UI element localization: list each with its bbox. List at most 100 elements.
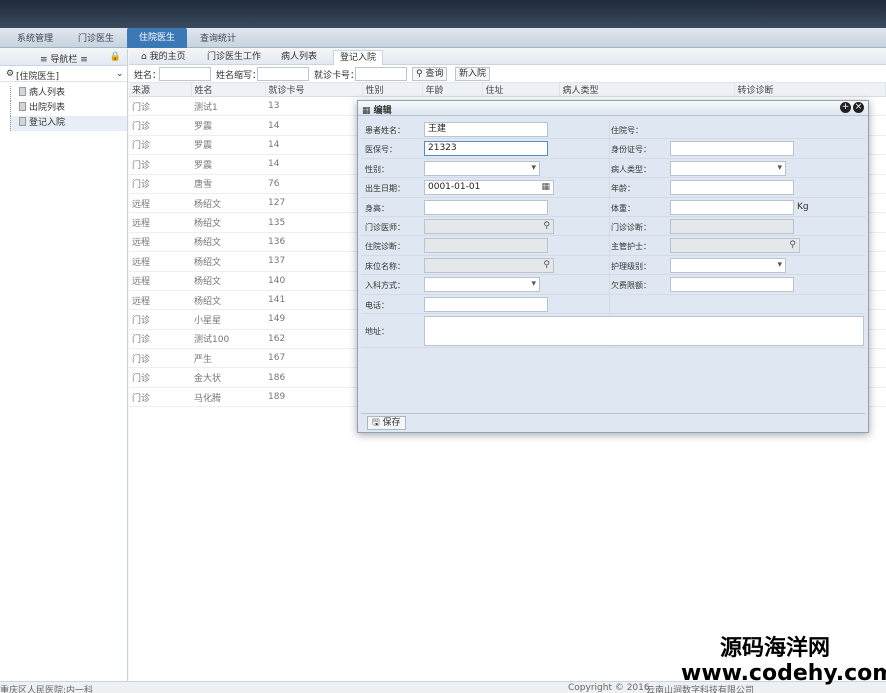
footer-department: 重庆区人民医院:内一科 [0,686,94,693]
form-row: 电话： [361,295,865,314]
hospital-no-label: 住院号： [611,126,643,135]
nurse-label: 主管护士： [611,242,651,252]
sidebar-item-admission[interactable]: 登记入院 [10,116,127,131]
clinic-diag-input [670,218,794,234]
height-input[interactable] [424,199,548,215]
name-input[interactable] [159,67,211,81]
col-address[interactable]: 住址 [482,83,560,97]
id-card-label: 身份证号： [611,145,651,155]
document-icon [19,87,26,96]
caret-down-icon: ▾ [777,259,782,270]
form-row: 患者姓名： 王建 住院号： [361,120,865,140]
nav-clinic-doctor[interactable]: 门诊医生 [68,31,124,48]
weight-input[interactable] [670,199,794,215]
sidebar-item-discharge-list[interactable]: 出院列表 [10,101,127,116]
tab-home[interactable]: ⌂ 我的主页 [135,50,192,65]
col-gender[interactable]: 性别 [362,83,423,97]
bed-name-input[interactable]: ⚲ [424,257,554,273]
lock-icon[interactable]: 🔒 [110,52,121,62]
settings-icon: ⚙ [6,69,15,79]
age-input[interactable] [670,180,794,196]
form-row: 入科方式： ▾ 欠费限额： [361,275,865,295]
care-level-label: 护理级别： [611,261,651,271]
abbr-input[interactable] [257,67,309,81]
insurance-no-input[interactable]: 21323 [424,141,548,157]
main-nav: 系统管理 门诊医生 住院医生 查询统计 [0,28,886,48]
arrears-input[interactable] [670,277,794,293]
admit-diag-input [424,238,548,254]
gender-select[interactable]: ▾ [424,160,540,176]
grid-icon: ▦ [362,106,371,116]
dialog-title: ▦ 编辑 [362,106,392,116]
close-icon[interactable]: × [853,102,864,113]
search-icon: ⚲ [416,69,423,79]
insurance-no-label: 医保号： [365,145,397,155]
col-source[interactable]: 来源 [129,83,192,97]
nav-inpatient-doctor[interactable]: 住院医生 [127,28,187,48]
birth-date-label: 出生日期： [365,184,405,194]
search-icon[interactable]: ⚲ [543,259,550,272]
nav-system[interactable]: 系统管理 [4,31,66,48]
col-referral-diag[interactable]: 转诊诊断 [734,83,886,97]
top-banner [0,0,886,28]
col-age[interactable]: 年龄 [422,83,483,97]
col-card[interactable]: 就诊卡号 [265,83,363,97]
col-patient-type[interactable]: 病人类型 [559,83,735,97]
form-row: 身高： 体重： Kg [361,198,865,217]
phone-input[interactable] [424,296,548,312]
chevron-down-icon: ⌄ [116,69,124,79]
search-icon[interactable]: ⚲ [789,239,796,252]
form-row: 医保号： 21323 身份证号： [361,139,865,159]
form-row: 出生日期： 0001-01-01 ▦ 年龄： [361,178,865,198]
patient-type-select[interactable]: ▾ [670,160,786,176]
tab-admission[interactable]: 登记入院 [333,50,384,65]
sidebar-header: ≡ 导航栏 ≡ 🔒 [0,49,127,66]
card-input[interactable] [355,67,407,81]
abbr-label: 姓名缩写： [216,71,262,81]
birth-date-input[interactable]: 0001-01-01 ▦ [424,180,554,196]
form-row: 地址： [361,314,865,348]
phone-label: 电话： [365,300,389,310]
nurse-input[interactable]: ⚲ [670,238,800,254]
document-icon [19,102,26,111]
table-header: 来源 姓名 就诊卡号 性别 年龄 住址 病人类型 转诊诊断 [129,83,886,97]
sidebar: ≡ 导航栏 ≡ 🔒 ⚙ [住院医生] ⌄ 病人列表 出院列表 登记入院 [0,49,128,681]
query-button[interactable]: ⚲ 查询 [412,67,448,81]
clinic-doctor-input[interactable]: ⚲ [424,218,554,234]
form-row: 床位名称： ⚲ 护理级别： ▾ [361,256,865,276]
admit-mode-label: 入科方式： [365,281,405,291]
home-icon: ⌂ [141,52,147,62]
edit-form: 患者姓名： 王建 住院号： 医保号： 21323 身份证号： 性别： ▾ 病人类… [361,120,865,348]
form-row: 门诊医师： ⚲ 门诊诊断： [361,217,865,237]
clinic-doctor-label: 门诊医师： [365,222,405,232]
sidebar-item-patient-list[interactable]: 病人列表 [10,86,127,101]
patient-name-input[interactable]: 王建 [424,122,548,137]
weight-unit: Kg [797,201,809,212]
id-card-input[interactable] [670,141,794,157]
form-row: 住院诊断： 主管护士： ⚲ [361,236,865,256]
caret-down-icon: ▾ [777,162,782,173]
maximize-icon[interactable]: + [840,102,851,113]
document-icon [19,117,26,126]
col-name[interactable]: 姓名 [191,83,266,97]
patient-name-label: 患者姓名： [365,126,405,135]
calendar-icon[interactable]: ▦ [541,181,550,194]
tab-patient-list[interactable]: 病人列表 [275,50,323,65]
watermark-line-1: 源码海洋网 [720,636,831,661]
address-textarea[interactable] [424,315,864,346]
tab-clinic-work[interactable]: 门诊医生工作 [201,50,267,65]
sidebar-tree: 病人列表 出院列表 登记入院 [0,82,127,131]
module-select-value: [住院医生] [16,72,60,82]
care-level-select[interactable]: ▾ [670,257,786,273]
sidebar-module-select[interactable]: ⚙ [住院医生] ⌄ [0,66,127,82]
caret-down-icon: ▾ [531,279,536,290]
search-icon[interactable]: ⚲ [543,220,550,233]
dialog-footer: 🖫 保存 [361,413,865,431]
save-button[interactable]: 🖫 保存 [367,416,406,430]
name-label: 姓名： [134,71,162,81]
nav-statistics[interactable]: 查询统计 [190,31,246,48]
card-label: 就诊卡号： [314,71,360,81]
admit-mode-select[interactable]: ▾ [424,277,540,293]
new-admission-button[interactable]: 新入院 [455,67,491,81]
clinic-diag-label: 门诊诊断： [611,222,651,232]
